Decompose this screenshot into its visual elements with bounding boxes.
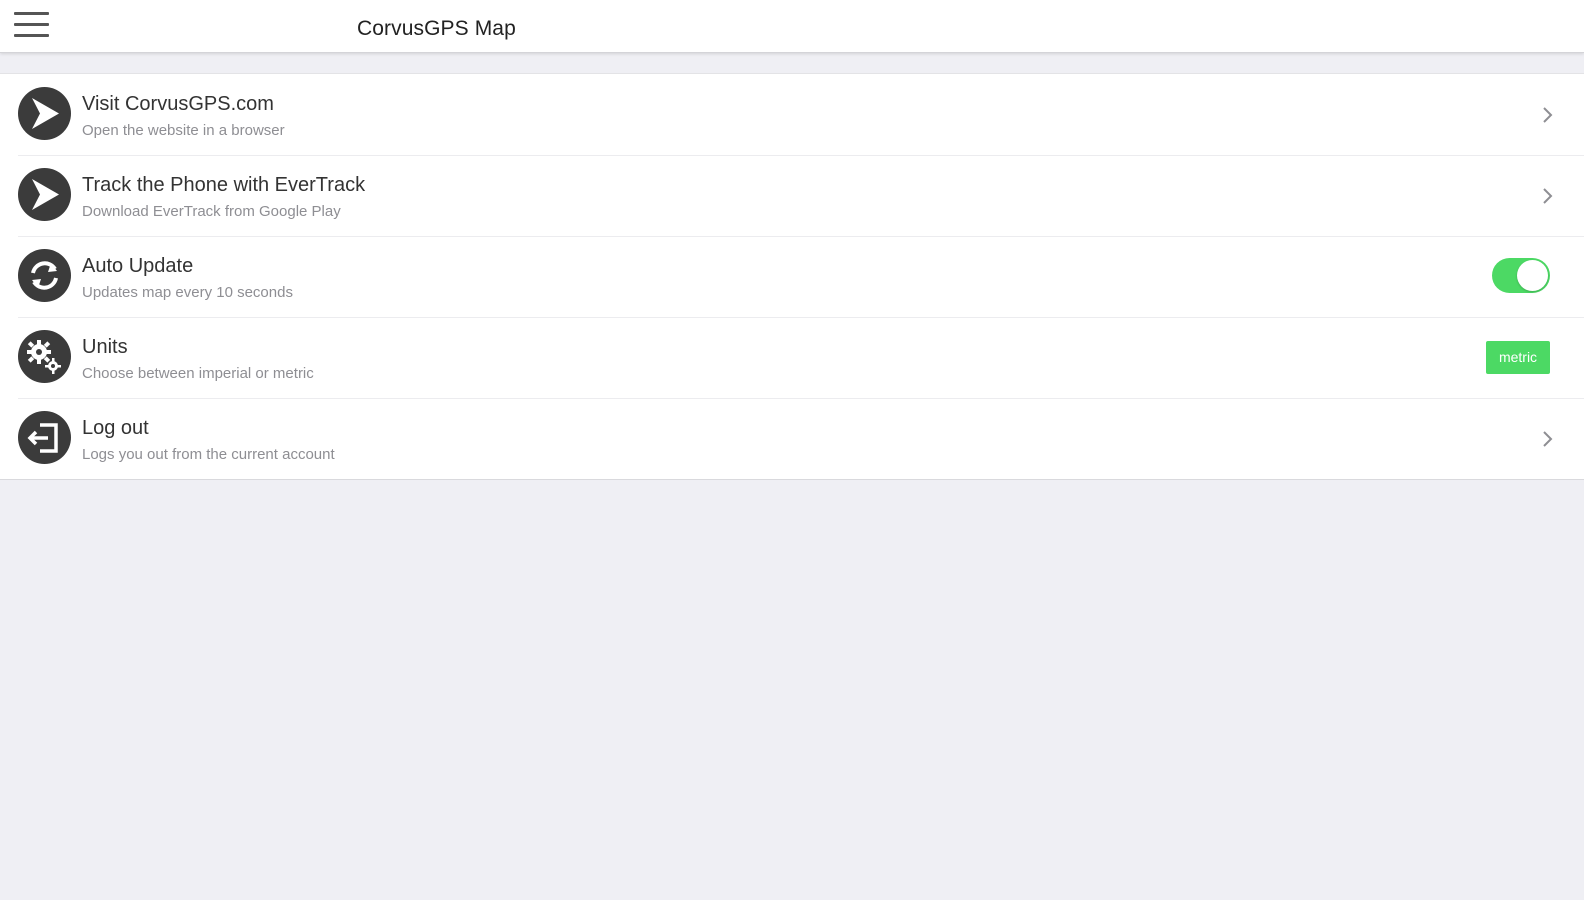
hamburger-menu-icon[interactable]	[14, 12, 50, 40]
settings-item-auto-update: Auto Update Updates map every 10 seconds	[0, 236, 1584, 317]
logout-icon	[18, 411, 71, 464]
arrow-navigation-icon	[18, 168, 71, 221]
chevron-right-icon	[1543, 188, 1553, 204]
settings-list: Visit CorvusGPS.com Open the website in …	[0, 73, 1584, 480]
settings-item-subtitle: Logs you out from the current account	[82, 446, 335, 463]
settings-item-units: Units Choose between imperial or metric …	[0, 317, 1584, 398]
refresh-icon	[18, 249, 71, 302]
settings-item-evertrack[interactable]: Track the Phone with EverTrack Download …	[0, 155, 1584, 236]
chevron-right-icon	[1543, 431, 1553, 447]
settings-item-title: Visit CorvusGPS.com	[82, 93, 274, 115]
settings-item-title: Auto Update	[82, 255, 194, 277]
gears-icon	[18, 330, 71, 383]
settings-item-visit-website[interactable]: Visit CorvusGPS.com Open the website in …	[0, 74, 1584, 155]
settings-item-subtitle: Download EverTrack from Google Play	[82, 203, 341, 220]
top-app-bar: CorvusGPS Map	[0, 0, 1584, 53]
toggle-knob	[1517, 260, 1548, 291]
auto-update-toggle[interactable]	[1492, 258, 1550, 293]
chevron-right-icon	[1543, 107, 1553, 123]
settings-item-subtitle: Choose between imperial or metric	[82, 365, 314, 382]
arrow-navigation-icon	[18, 87, 71, 140]
page-title: CorvusGPS Map	[357, 17, 516, 40]
settings-item-title: Log out	[82, 417, 149, 439]
settings-item-log-out[interactable]: Log out Logs you out from the current ac…	[0, 398, 1584, 479]
settings-item-subtitle: Updates map every 10 seconds	[82, 284, 293, 301]
units-metric-button[interactable]: metric	[1486, 341, 1550, 374]
settings-item-title: Track the Phone with EverTrack	[82, 174, 366, 196]
settings-item-title: Units	[82, 336, 128, 358]
settings-item-subtitle: Open the website in a browser	[82, 122, 285, 139]
